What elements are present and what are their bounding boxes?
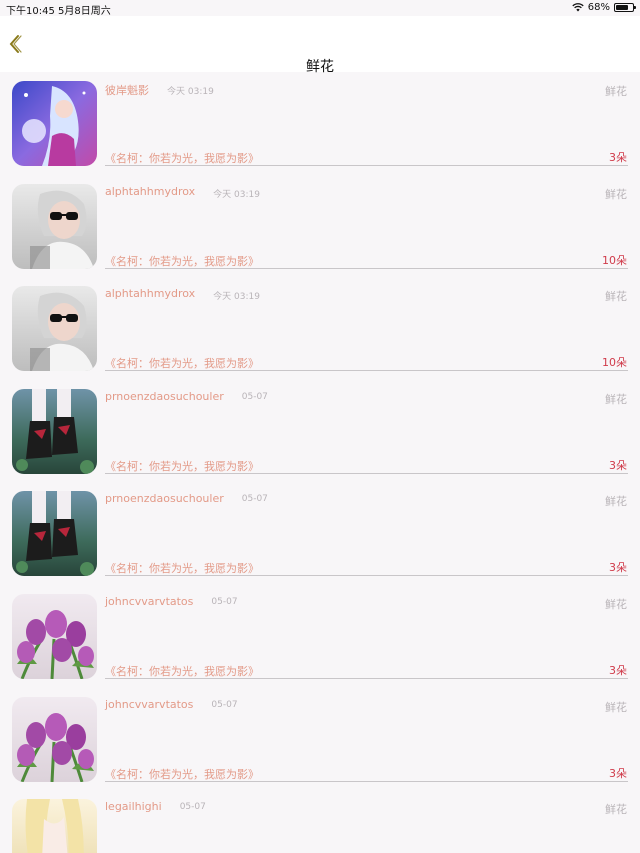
gift-type: 鲜花 bbox=[605, 495, 627, 509]
list-item[interactable]: alphtahhmydrox 今天 03:19 鲜花《名柯：你若为光，我愿为影》 10… bbox=[0, 277, 640, 380]
flower-count: 3朵 bbox=[609, 561, 627, 575]
list-item[interactable]: alphtahhmydrox 今天 03:19 鲜花《名柯：你若为光，我愿为影》 10… bbox=[0, 175, 640, 278]
back-button[interactable] bbox=[6, 32, 28, 56]
gift-type: 鲜花 bbox=[605, 85, 627, 98]
username[interactable]: prnoenzdaosuchouler bbox=[105, 390, 224, 403]
book-title-link[interactable]: 《名柯：你若为光，我愿为影》 bbox=[105, 150, 259, 166]
sunglasses-boy-avatar bbox=[12, 183, 97, 269]
flower-count: 3朵 bbox=[609, 151, 627, 164]
list-item[interactable]: 彼岸魁影 今天 03:19 鲜花《名柯：你若为光，我愿为影》 3朵 bbox=[0, 72, 640, 175]
tulips-avatar bbox=[12, 594, 97, 679]
boots-avatar bbox=[12, 388, 97, 474]
divider bbox=[105, 370, 628, 372]
book-title-link[interactable]: 《名柯：你若为光，我愿为影》 bbox=[105, 766, 259, 782]
avatar[interactable] bbox=[12, 491, 97, 577]
status-right: 68% bbox=[572, 2, 636, 13]
anime-girl-avatar bbox=[12, 81, 97, 166]
gift-type: 鲜花 bbox=[605, 598, 627, 611]
divider bbox=[105, 780, 628, 782]
divider bbox=[105, 165, 628, 166]
divider bbox=[105, 267, 628, 269]
sunglasses-boy-avatar bbox=[12, 286, 97, 372]
battery-percent: 68% bbox=[587, 2, 610, 13]
timestamp: 今天 03:19 bbox=[167, 87, 214, 97]
gift-type: 鲜花 bbox=[605, 187, 627, 201]
timestamp: 05-07 bbox=[211, 699, 238, 710]
timestamp: 05-07 bbox=[241, 494, 268, 505]
avatar[interactable] bbox=[12, 286, 97, 372]
flower-count: 10朵 bbox=[602, 356, 627, 370]
book-title-link[interactable]: 《名柯：你若为光，我愿为影》 bbox=[105, 560, 259, 576]
flower-count: 3朵 bbox=[609, 458, 627, 472]
flower-count: 10朵 bbox=[602, 253, 627, 267]
book-title-link[interactable]: 《名柯：你若为光，我愿为影》 bbox=[105, 663, 259, 679]
gift-type: 鲜花 bbox=[605, 803, 627, 817]
avatar[interactable] bbox=[12, 81, 97, 166]
flower-gift-list[interactable]: 彼岸魁影 今天 03:19 鲜花 《名柯：你若为光，我愿为影》 3朵 alphtahhm… bbox=[0, 72, 640, 853]
timestamp: 今天 03:19 bbox=[213, 292, 260, 303]
navigation-bar: 鲜花 bbox=[0, 16, 640, 75]
flower-count: 3朵 bbox=[609, 664, 627, 677]
battery-icon bbox=[614, 3, 636, 12]
flower-count: 3朵 bbox=[609, 766, 627, 780]
timestamp: 05-07 bbox=[179, 802, 206, 813]
divider bbox=[105, 472, 628, 474]
avatar[interactable] bbox=[12, 388, 97, 474]
username[interactable]: alphtahhmydrox bbox=[105, 185, 195, 198]
avatar[interactable] bbox=[12, 799, 97, 853]
divider bbox=[105, 575, 628, 577]
chevron-left-icon bbox=[9, 35, 22, 53]
blonde-anime-avatar bbox=[12, 799, 97, 853]
timestamp: 05-07 bbox=[241, 391, 268, 402]
timestamp: 今天 03:19 bbox=[213, 189, 260, 200]
username[interactable]: johncvvarvtatos bbox=[105, 698, 193, 711]
gift-type: 鲜花 bbox=[605, 290, 627, 304]
list-item[interactable]: legailhighi 05-07 鲜花 bbox=[0, 790, 640, 853]
list-item[interactable]: johncvvarvtatos 05-07 鲜花《名柯：你若为光，我愿为影》 3朵 bbox=[0, 585, 640, 688]
gift-type: 鲜花 bbox=[605, 700, 627, 714]
avatar[interactable] bbox=[12, 594, 97, 679]
timestamp: 05-07 bbox=[211, 597, 238, 607]
avatar[interactable] bbox=[12, 183, 97, 269]
tulips-avatar bbox=[12, 696, 97, 782]
book-title-link[interactable]: 《名柯：你若为光，我愿为影》 bbox=[105, 253, 259, 269]
username[interactable]: alphtahhmydrox bbox=[105, 287, 195, 300]
avatar[interactable] bbox=[12, 696, 97, 782]
username[interactable]: legailhighi bbox=[105, 800, 162, 813]
book-title-link[interactable]: 《名柯：你若为光，我愿为影》 bbox=[105, 458, 259, 474]
boots-avatar bbox=[12, 491, 97, 577]
gift-type: 鲜花 bbox=[605, 392, 627, 406]
list-item[interactable]: prnoenzdaosuchouler 05-07 鲜花《名柯：你若为光，我愿为影》… bbox=[0, 482, 640, 585]
list-item[interactable]: prnoenzdaosuchouler 05-07 鲜花《名柯：你若为光，我愿为影》… bbox=[0, 380, 640, 483]
status-time: 下午10:45 5月8日周六 bbox=[6, 6, 111, 17]
username[interactable]: prnoenzdaosuchouler bbox=[105, 492, 224, 505]
divider bbox=[105, 678, 628, 679]
book-title-link[interactable]: 《名柯：你若为光，我愿为影》 bbox=[105, 355, 259, 371]
status-bar: 下午10:45 5月8日周六 68% bbox=[0, 0, 640, 17]
wifi-icon bbox=[572, 3, 584, 12]
list-item[interactable]: johncvvarvtatos 05-07 鲜花《名柯：你若为光，我愿为影》 3朵 bbox=[0, 688, 640, 791]
username[interactable]: johncvvarvtatos bbox=[105, 595, 193, 608]
username[interactable]: 彼岸魁影 bbox=[105, 82, 149, 98]
